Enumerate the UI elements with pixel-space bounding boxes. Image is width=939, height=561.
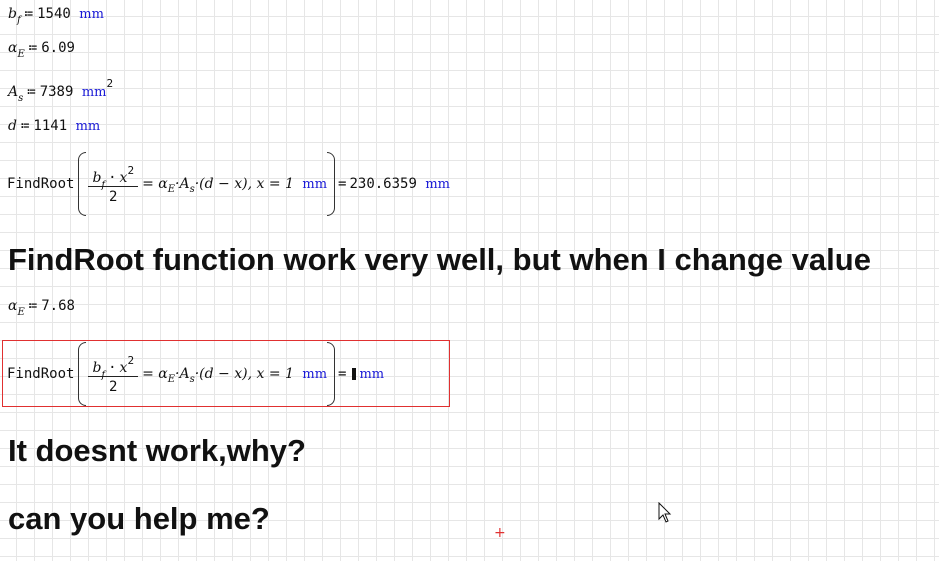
rhs-tail: ·(d − x), x = 1 <box>194 366 294 382</box>
num-exponent: 2 <box>127 163 135 177</box>
left-paren <box>78 342 87 406</box>
assign-op: ≔ <box>27 84 36 100</box>
guess-unit: mm <box>302 366 328 382</box>
comment-text-3[interactable]: can you help me? <box>8 501 270 537</box>
var-subscript: E <box>17 49 25 60</box>
right-paren <box>327 152 336 216</box>
var-subscript: s <box>18 93 24 104</box>
var-value: 6.09 <box>41 40 75 56</box>
assign-op: ≔ <box>28 40 38 56</box>
var-value: 1540 <box>37 6 71 22</box>
denominator: 2 <box>109 188 118 205</box>
num-exponent: 2 <box>127 353 135 367</box>
mouse-pointer-icon <box>658 502 672 523</box>
result-unit: mm <box>359 366 385 382</box>
var-unit: mm <box>81 85 107 100</box>
var-subscript: E <box>17 307 25 318</box>
rhs-alpha: = α <box>142 176 168 192</box>
findroot-region-1[interactable]: FindRoot b f · x 2 2 = α E ·A s ·(d − x), x = 1 … <box>7 152 450 216</box>
var-name: d <box>8 118 17 134</box>
num-x: x <box>119 359 128 376</box>
result-value: 230.6359 <box>349 176 417 192</box>
rhs-subscript-2: s <box>189 373 195 385</box>
denominator: 2 <box>109 378 118 395</box>
function-name: FindRoot <box>7 366 75 382</box>
fraction: b f · x 2 2 <box>88 350 139 399</box>
crosshair-icon: + <box>494 525 506 541</box>
comment-text-1[interactable]: FindRoot function work very well, but wh… <box>8 242 871 278</box>
rhs-subscript-2: s <box>189 183 195 195</box>
def-As[interactable]: As ≔ 7389 mm2 <box>8 77 113 104</box>
rhs-tail: ·(d − x), x = 1 <box>194 176 294 192</box>
var-name: b <box>8 6 17 22</box>
def-d[interactable]: d ≔ 1141 mm <box>8 118 100 134</box>
unit-exponent: 2 <box>106 77 114 90</box>
var-name: A <box>8 84 19 100</box>
function-name: FindRoot <box>7 176 75 192</box>
assign-op: ≔ <box>28 298 38 314</box>
assign-op: ≔ <box>20 118 30 134</box>
fraction: b f · x 2 2 <box>88 160 139 209</box>
var-value: 7389 <box>39 84 74 100</box>
result-placeholder-cursor[interactable] <box>352 368 357 380</box>
rhs-alpha: = α <box>142 366 168 382</box>
assign-op: ≔ <box>24 6 34 22</box>
num-subscript: f <box>101 369 106 381</box>
var-value: 1141 <box>33 118 68 134</box>
num-dot: · <box>108 359 117 376</box>
num-subscript: f <box>101 179 106 191</box>
var-value: 7.68 <box>41 298 75 314</box>
right-paren <box>327 342 336 406</box>
def-alphaE[interactable]: αE ≔ 6.09 <box>8 40 75 60</box>
left-paren <box>78 152 87 216</box>
def-bf[interactable]: bf ≔ 1540 mm <box>8 6 104 26</box>
num-dot: · <box>108 169 117 186</box>
numerator: b f · x 2 <box>88 160 138 191</box>
comment-text-2[interactable]: It doesnt work,why? <box>8 433 306 469</box>
rhs-A: ·A <box>175 366 190 382</box>
rhs-A: ·A <box>175 176 190 192</box>
findroot-region-2[interactable]: FindRoot b f · x 2 2 = α E ·A s ·(d − x), x = 1 … <box>7 342 384 406</box>
numerator: b f · x 2 <box>88 350 138 381</box>
result-unit: mm <box>425 176 450 192</box>
rhs-subscript: E <box>167 183 176 195</box>
result-equals: = <box>338 366 347 382</box>
var-unit: mm <box>75 119 101 134</box>
def-alphaE-redefined[interactable]: αE ≔ 7.68 <box>8 298 75 318</box>
num-x: x <box>119 169 128 186</box>
var-unit: mm <box>79 7 104 22</box>
guess-unit: mm <box>302 176 328 192</box>
rhs-subscript: E <box>167 373 176 385</box>
var-subscript: f <box>16 15 21 26</box>
result-equals: = <box>338 176 347 192</box>
